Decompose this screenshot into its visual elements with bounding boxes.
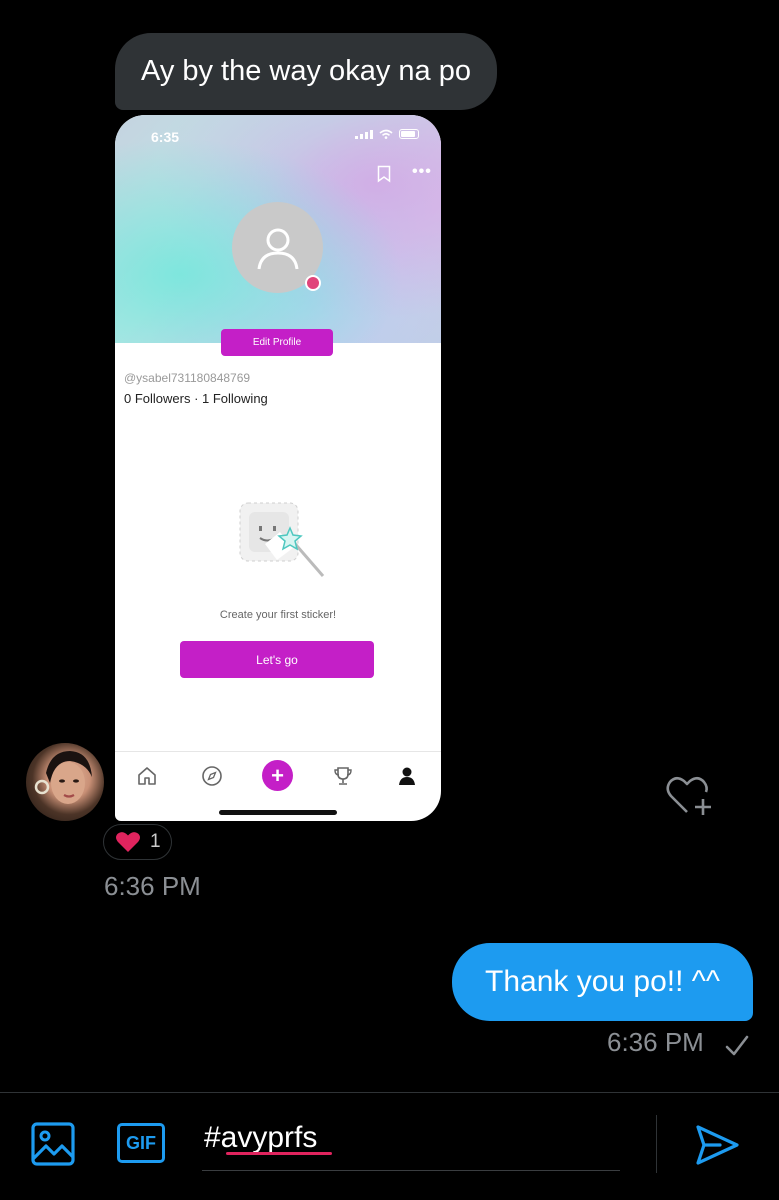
incoming-timestamp: 6:36 PM (104, 871, 201, 901)
composer-divider (656, 1115, 657, 1173)
user-icon (257, 228, 298, 269)
screenshot-bottom-nav: + (115, 751, 441, 821)
compass-icon (200, 764, 224, 788)
incoming-message-text: Ay by the way okay na po (141, 55, 471, 87)
screenshot-status-time: 6:35 (151, 129, 180, 145)
gif-button[interactable]: GIF (117, 1123, 165, 1163)
home-indicator (219, 810, 337, 815)
gif-icon: GIF (126, 1132, 156, 1153)
camera-badge-icon (305, 275, 321, 291)
spellcheck-underline (226, 1152, 332, 1155)
incoming-message-bubble[interactable]: Ay by the way okay na po (115, 33, 497, 110)
create-plus-icon: + (262, 760, 293, 791)
lets-go-button: Let's go (180, 641, 374, 678)
send-icon[interactable] (694, 1123, 740, 1167)
sticker-illustration-icon (239, 502, 325, 577)
wifi-icon (379, 129, 393, 139)
battery-icon (399, 129, 419, 139)
screenshot-followers: 0 Followers · 1 Following (124, 391, 268, 406)
outgoing-message-text: Thank you po!! ^^ (485, 965, 720, 998)
screenshot-username: @ysabel731180848769 (124, 371, 251, 385)
outgoing-message-bubble[interactable]: Thank you po!! ^^ (452, 943, 753, 1021)
message-input[interactable] (202, 1115, 620, 1171)
edit-profile-button: Edit Profile (221, 329, 333, 356)
outgoing-timestamp: 6:36 PM (607, 1027, 704, 1057)
profile-icon (395, 764, 419, 788)
avatar-photo (34, 751, 92, 804)
heart-add-icon[interactable] (663, 772, 713, 818)
sender-avatar[interactable] (26, 743, 104, 821)
screenshot-status-icons (355, 129, 419, 139)
heart-icon (116, 832, 140, 852)
home-icon (135, 764, 159, 788)
reaction-pill[interactable]: 1 (103, 824, 172, 860)
shared-screenshot-image[interactable]: 6:35 ••• Edit Profile @ysabel73118084876… (115, 115, 441, 821)
trophy-icon (331, 764, 355, 788)
message-composer: GIF #avyprfs (0, 1092, 779, 1200)
more-icon: ••• (412, 163, 432, 180)
screenshot-profile-header: 6:35 ••• (115, 115, 441, 343)
empty-state-text: Create your first sticker! (219, 609, 337, 621)
reaction-count: 1 (150, 831, 161, 852)
signal-icon (355, 129, 373, 139)
check-icon (725, 1035, 749, 1056)
bookmark-icon (377, 165, 391, 183)
image-icon[interactable] (30, 1121, 76, 1167)
